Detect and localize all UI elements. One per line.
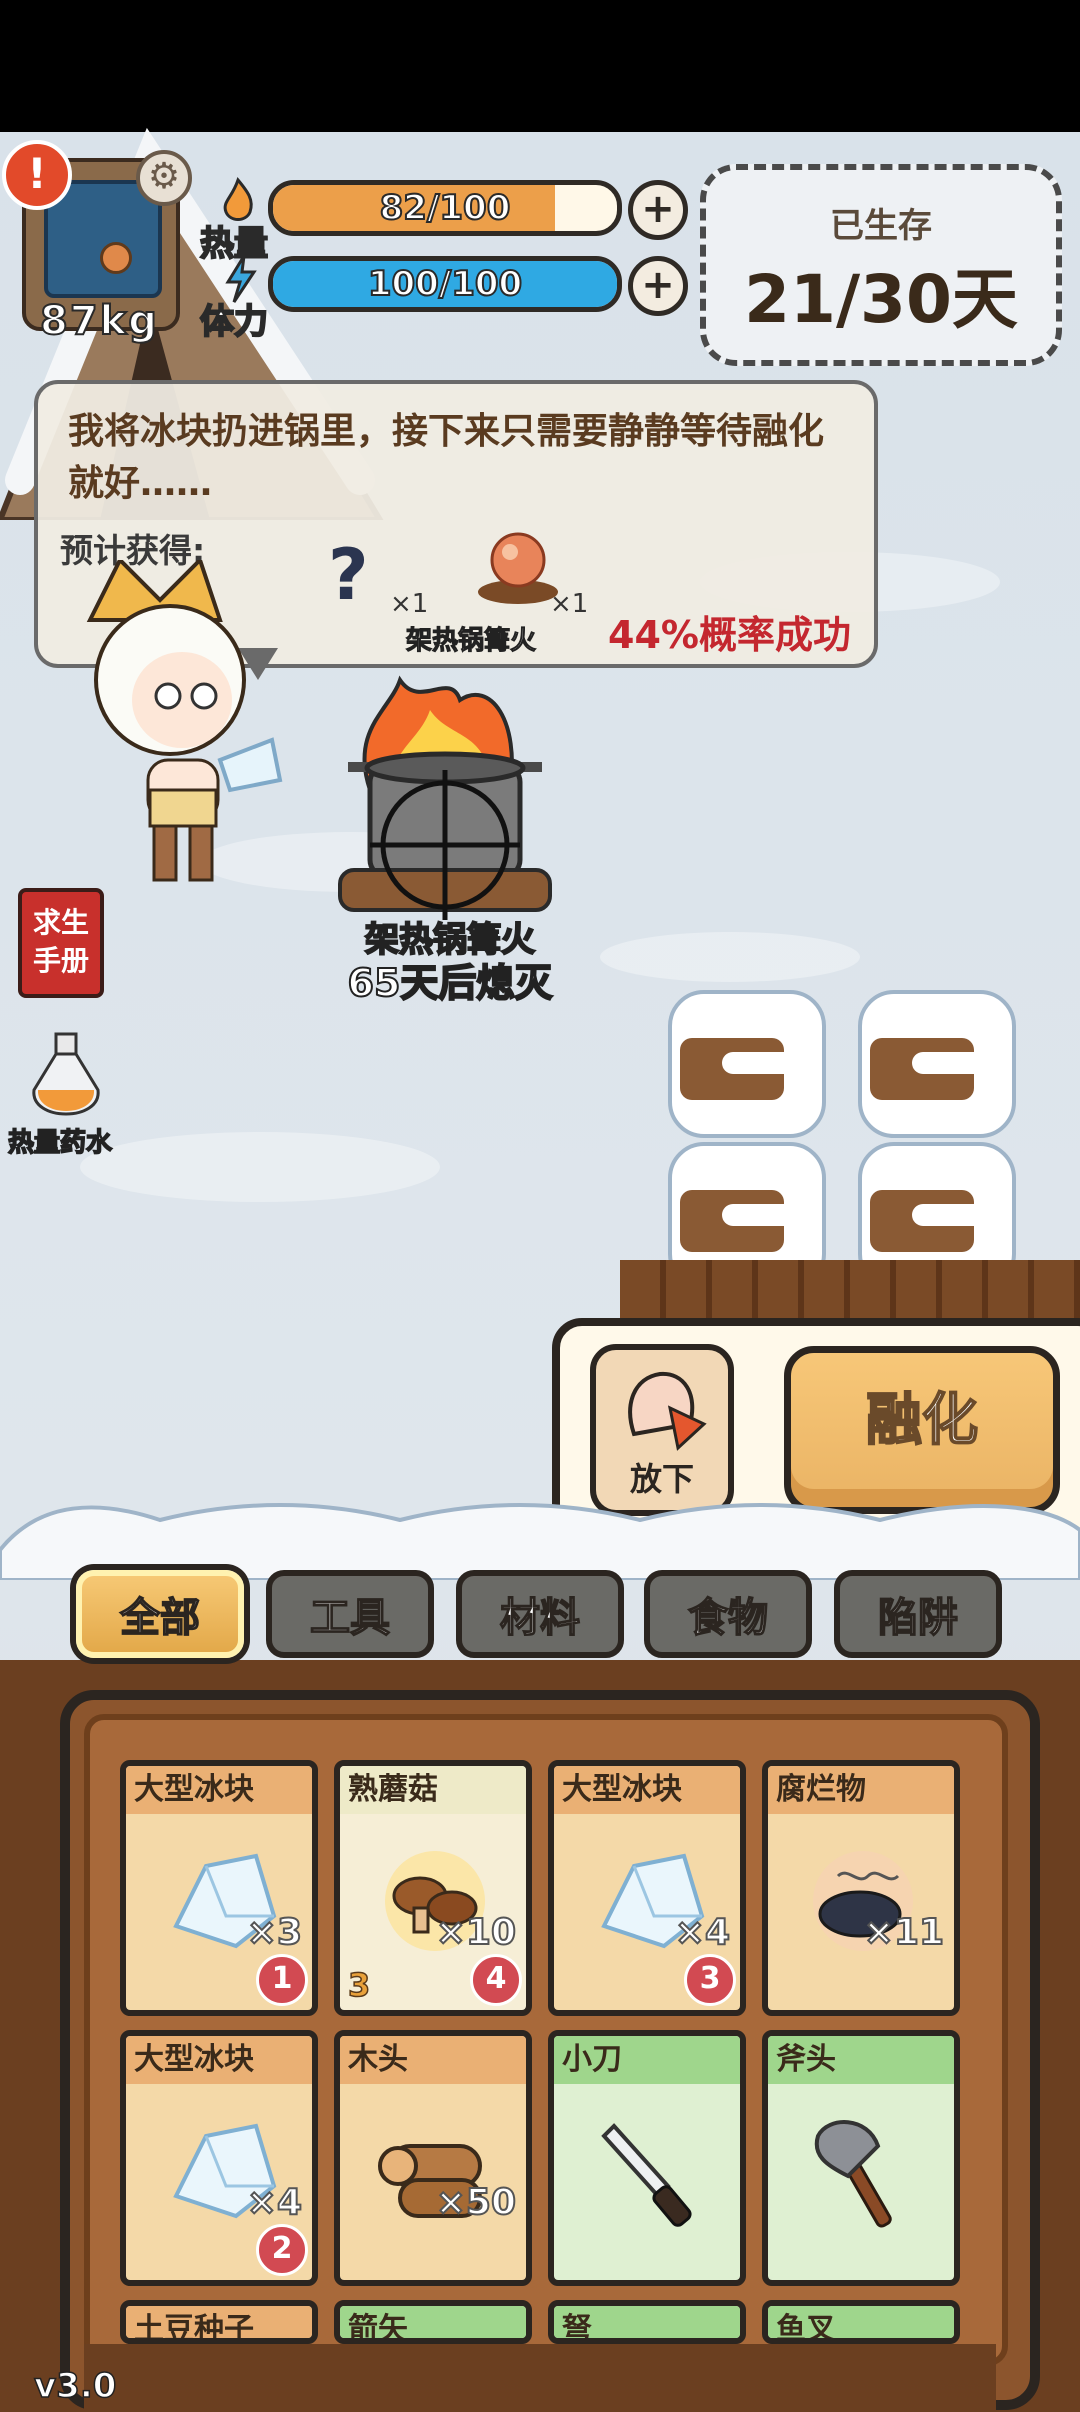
snow-block[interactable] bbox=[858, 990, 1016, 1138]
inventory-item-ice[interactable]: 大型冰块 ×3 1 bbox=[120, 1760, 318, 2016]
fire-qty: ×1 bbox=[550, 589, 589, 619]
survival-handbook-button[interactable]: 求生 手册 bbox=[18, 888, 104, 998]
item-name: 腐烂物 bbox=[768, 1766, 954, 1814]
dialog-message: 我将冰块扔进锅里，接下来只需要静静等待融化就好…… bbox=[68, 411, 825, 504]
item-quantity: ×4 bbox=[246, 2181, 303, 2224]
alert-icon[interactable]: ! bbox=[2, 140, 72, 210]
heat-value: 82/100 bbox=[379, 187, 512, 229]
item-quantity: ×50 bbox=[435, 2181, 517, 2224]
stamina-value: 100/100 bbox=[367, 263, 523, 305]
survival-label: 已生存 bbox=[830, 206, 932, 246]
snow-block[interactable] bbox=[668, 990, 826, 1138]
heat-bar: 82/100 bbox=[268, 180, 622, 236]
heat-add-button[interactable]: + bbox=[628, 180, 688, 240]
unknown-item-qty: ×1 bbox=[390, 589, 429, 619]
item-heat-badge: 3 bbox=[347, 1965, 371, 2005]
weight-label: 87kg bbox=[39, 297, 159, 345]
tab-food[interactable]: 食物 bbox=[644, 1570, 812, 1658]
gear-icon[interactable]: ⚙ bbox=[136, 150, 192, 206]
knife-icon bbox=[584, 2106, 714, 2236]
item-timer-badge: 1 bbox=[256, 1954, 308, 2006]
item-name: 鱼叉 bbox=[768, 2306, 954, 2338]
inventory-item-spear[interactable]: 鱼叉 bbox=[762, 2300, 960, 2344]
hand-drop-icon bbox=[628, 1371, 707, 1451]
item-timer-badge: 4 bbox=[470, 1954, 522, 2006]
tab-traps[interactable]: 陷阱 bbox=[834, 1570, 1002, 1658]
inventory-item-crossbow[interactable]: 弩 bbox=[548, 2300, 746, 2344]
item-quantity: ×4 bbox=[674, 1911, 731, 1954]
heat-potion-icon[interactable] bbox=[26, 1030, 106, 1130]
item-name: 大型冰块 bbox=[554, 1766, 740, 1814]
inventory-item-wood[interactable]: 木头 ×50 bbox=[334, 2030, 532, 2286]
success-chance: 44%概率成功 bbox=[608, 613, 851, 657]
inventory-item-mushroom[interactable]: 熟蘑菇 ×10 4 3 bbox=[334, 1760, 532, 2016]
unknown-item-icon: ? bbox=[328, 534, 369, 616]
item-name: 弩 bbox=[554, 2306, 740, 2338]
item-quantity: ×11 bbox=[863, 1911, 945, 1954]
tab-materials[interactable]: 材料 bbox=[456, 1570, 624, 1658]
item-name: 箭矢 bbox=[340, 2306, 526, 2338]
tab-all[interactable]: 全部 bbox=[76, 1570, 244, 1658]
fire-result-name: 架热锅篝火 bbox=[405, 626, 537, 657]
inventory-item-knife[interactable]: 小刀 bbox=[548, 2030, 746, 2286]
item-name: 大型冰块 bbox=[126, 1766, 312, 1814]
inventory-bottom-edge bbox=[84, 2344, 996, 2412]
inventory-item-seed[interactable]: 土豆种子 bbox=[120, 2300, 318, 2344]
item-name: 木头 bbox=[340, 2036, 526, 2084]
snow-roof bbox=[0, 1503, 1080, 1580]
heat-potion-label: 热量药水 bbox=[7, 1127, 113, 1159]
inventory-item-ice[interactable]: 大型冰块 ×4 2 bbox=[120, 2030, 318, 2286]
inventory-item-axe[interactable]: 斧头 bbox=[762, 2030, 960, 2286]
tab-tools[interactable]: 工具 bbox=[266, 1570, 434, 1658]
stamina-add-button[interactable]: + bbox=[628, 256, 688, 316]
campfire-status: 65天后熄灭 bbox=[347, 960, 554, 1006]
axe-icon bbox=[798, 2106, 928, 2236]
stamina-bar: 100/100 bbox=[268, 256, 622, 312]
melt-label: 融化 bbox=[865, 1387, 979, 1454]
item-name: 小刀 bbox=[554, 2036, 740, 2084]
character-sprite[interactable] bbox=[50, 560, 290, 900]
inventory-item-rotten[interactable]: 腐烂物 ×11 bbox=[762, 1760, 960, 2016]
inventory-item-arrow[interactable]: 箭矢 bbox=[334, 2300, 532, 2344]
item-name: 熟蘑菇 bbox=[340, 1766, 526, 1814]
campfire-pot[interactable] bbox=[330, 670, 560, 920]
item-name: 土豆种子 bbox=[126, 2306, 312, 2338]
item-quantity: ×10 bbox=[435, 1911, 517, 1954]
melt-button[interactable]: 融化 bbox=[784, 1346, 1060, 1514]
item-timer-badge: 3 bbox=[684, 1954, 736, 2006]
version-label: v3.0 bbox=[33, 2365, 117, 2407]
survival-panel: 已生存 21/30天 bbox=[700, 164, 1062, 366]
item-timer-badge: 2 bbox=[256, 2224, 308, 2276]
item-name: 斧头 bbox=[768, 2036, 954, 2084]
item-quantity: ×3 bbox=[246, 1911, 303, 1954]
item-name: 大型冰块 bbox=[126, 2036, 312, 2084]
survival-days: 21/30天 bbox=[744, 261, 1018, 338]
inventory-item-ice[interactable]: 大型冰块 ×4 3 bbox=[548, 1760, 746, 2016]
stamina-label: 体力 bbox=[199, 301, 269, 343]
